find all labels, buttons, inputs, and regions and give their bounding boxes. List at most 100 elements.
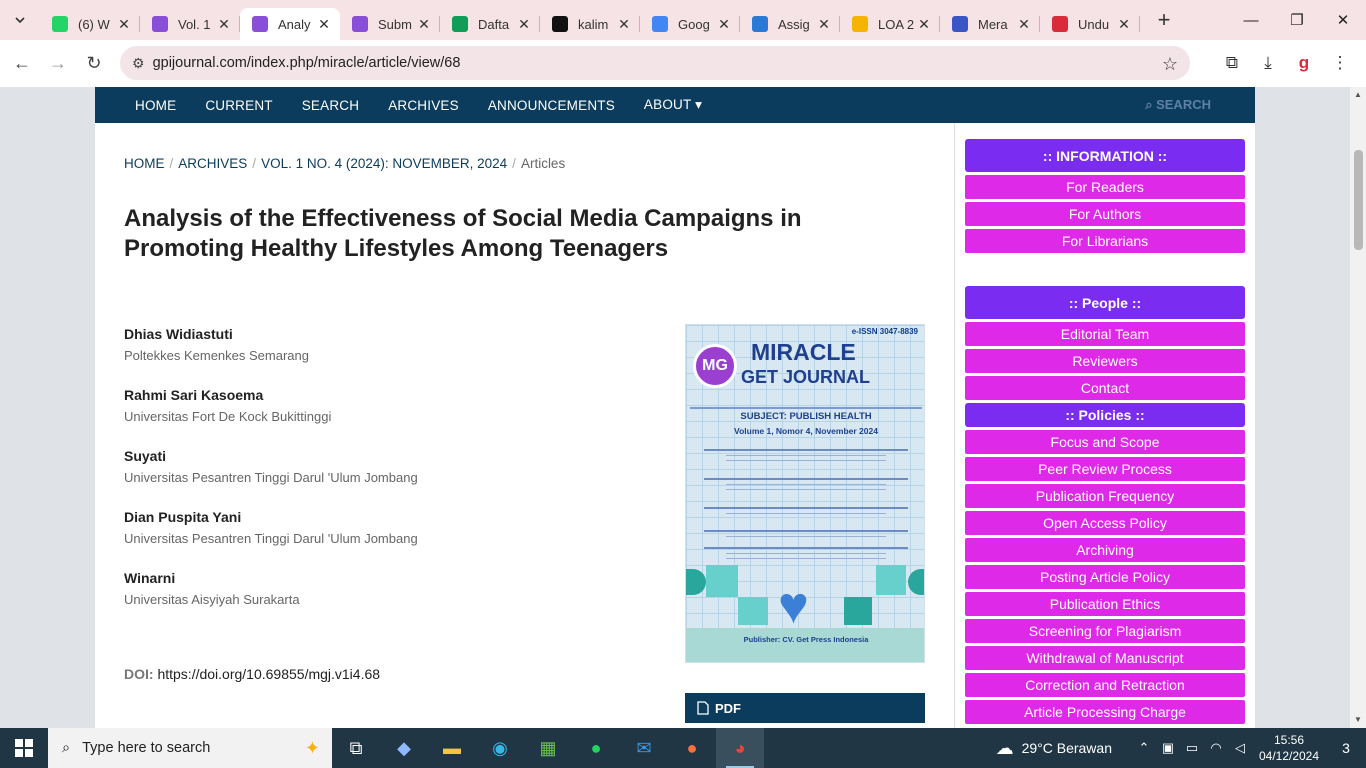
page-scrollbar[interactable]: ▲ ▼ xyxy=(1350,87,1366,728)
tab-close-icon[interactable]: ✕ xyxy=(416,16,432,32)
policies-header: :: Policies :: xyxy=(965,403,1245,427)
address-bar[interactable]: ⚙ gpijournal.com/index.php/miracle/artic… xyxy=(120,46,1190,80)
tab-close-icon[interactable]: ✕ xyxy=(916,16,932,32)
browser-tab[interactable]: Vol. 1 ✕ xyxy=(140,8,240,40)
people-link[interactable]: Editorial Team xyxy=(965,322,1245,346)
file-explorer-icon[interactable]: ▬ xyxy=(428,728,476,768)
policy-link[interactable]: Posting Article Policy xyxy=(965,565,1245,589)
tab-favicon-icon xyxy=(352,16,368,32)
meet-icon[interactable]: ▣ xyxy=(1156,740,1180,756)
chrome-icon[interactable]: ◕ xyxy=(716,728,764,768)
browser-tab[interactable]: Analy ✕ xyxy=(240,8,340,40)
browser-tab[interactable]: Dafta ✕ xyxy=(440,8,540,40)
taskbar-search-box[interactable]: ⌕ Type here to search ✦ xyxy=(48,728,332,768)
people-link[interactable]: Contact xyxy=(965,376,1245,400)
firefox-icon[interactable]: ● xyxy=(668,728,716,768)
new-tab-button[interactable]: + xyxy=(1144,0,1184,40)
store-icon[interactable]: ▦ xyxy=(524,728,572,768)
browser-tab[interactable]: Subm ✕ xyxy=(340,8,440,40)
tab-favicon-icon xyxy=(652,16,668,32)
bookmark-star-icon[interactable]: ☆ xyxy=(1162,54,1178,75)
policy-link[interactable]: Open Access Policy xyxy=(965,511,1245,535)
tab-close-icon[interactable]: ✕ xyxy=(616,16,632,32)
extensions-icon[interactable]: ⧉ xyxy=(1214,46,1250,80)
clock[interactable]: 15:56 04/12/2024 xyxy=(1252,732,1326,764)
information-links: For Readers For Authors For Librarians xyxy=(965,175,1245,253)
minimize-button[interactable]: — xyxy=(1228,0,1274,40)
tab-close-icon[interactable]: ✕ xyxy=(116,16,132,32)
nav-current[interactable]: CURRENT xyxy=(205,98,272,113)
maximize-button[interactable]: ❐ xyxy=(1274,0,1320,40)
chevron-up-icon[interactable]: ⌃ xyxy=(1132,740,1156,756)
nav-home[interactable]: HOME xyxy=(135,98,176,113)
doi-link[interactable]: https://doi.org/10.69855/mgj.v1i4.68 xyxy=(157,666,380,682)
volume-icon[interactable]: ◁ xyxy=(1228,740,1252,756)
tab-close-icon[interactable]: ✕ xyxy=(516,16,532,32)
information-link[interactable]: For Authors xyxy=(965,202,1245,226)
policy-link[interactable]: Publication Ethics xyxy=(965,592,1245,616)
browser-tab[interactable]: Assig ✕ xyxy=(740,8,840,40)
information-link[interactable]: For Readers xyxy=(965,175,1245,199)
people-link[interactable]: Reviewers xyxy=(965,349,1245,373)
breadcrumb-archives[interactable]: ARCHIVES xyxy=(178,156,247,171)
policy-link[interactable]: Focus and Scope xyxy=(965,430,1245,454)
weather-widget[interactable]: ☁ 29°C Berawan xyxy=(996,738,1112,759)
tab-search-button[interactable] xyxy=(0,0,40,40)
policy-link[interactable]: Archiving xyxy=(965,538,1245,562)
policy-link[interactable]: Peer Review Process xyxy=(965,457,1245,481)
site-info-icon[interactable]: ⚙ xyxy=(132,55,145,72)
policy-link[interactable]: Screening for Plagiarism xyxy=(965,619,1245,643)
browser-tab[interactable]: LOA 2 ✕ xyxy=(840,8,940,40)
url-text[interactable]: gpijournal.com/index.php/miracle/article… xyxy=(153,55,461,71)
scroll-up-arrow-icon[interactable]: ▲ xyxy=(1350,87,1366,103)
tab-close-icon[interactable]: ✕ xyxy=(816,16,832,32)
spotify-icon[interactable]: ● xyxy=(572,728,620,768)
author-affiliation: Universitas Pesantren Tinggi Darul 'Ulum… xyxy=(124,470,418,485)
tab-close-icon[interactable]: ✕ xyxy=(1116,16,1132,32)
copilot-icon[interactable]: ◆ xyxy=(380,728,428,768)
browser-tab[interactable]: Undu ✕ xyxy=(1040,8,1140,40)
pdf-label: PDF xyxy=(715,700,741,716)
breadcrumb-home[interactable]: HOME xyxy=(124,156,165,171)
policy-link[interactable]: Publication Frequency xyxy=(965,484,1245,508)
breadcrumb-issue[interactable]: VOL. 1 NO. 4 (2024): NOVEMBER, 2024 xyxy=(261,156,507,171)
scroll-down-arrow-icon[interactable]: ▼ xyxy=(1350,712,1366,728)
nav-about[interactable]: ABOUT ▾ xyxy=(644,97,702,113)
temperature: 29°C xyxy=(1021,740,1053,756)
task-view-icon[interactable]: ⧉ xyxy=(332,728,380,768)
browser-tab[interactable]: Mera ✕ xyxy=(940,8,1040,40)
wifi-icon[interactable]: ◠ xyxy=(1204,740,1228,756)
browser-tab[interactable]: kalim ✕ xyxy=(540,8,640,40)
notification-center-button[interactable]: 3 xyxy=(1326,740,1366,756)
edge-icon[interactable]: ◉ xyxy=(476,728,524,768)
grammarly-icon[interactable]: g xyxy=(1286,46,1322,80)
menu-kebab-icon[interactable]: ⋮ xyxy=(1322,46,1358,80)
browser-tab[interactable]: (6) W ✕ xyxy=(40,8,140,40)
tab-favicon-icon xyxy=(52,16,68,32)
mail-icon[interactable]: ✉ xyxy=(620,728,668,768)
tab-close-icon[interactable]: ✕ xyxy=(316,16,332,32)
nav-search[interactable]: SEARCH xyxy=(302,98,359,113)
policy-link[interactable]: Correction and Retraction xyxy=(965,673,1245,697)
site-search-link[interactable]: ⌕ SEARCH xyxy=(1145,97,1211,113)
information-link[interactable]: For Librarians xyxy=(965,229,1245,253)
nav-archives[interactable]: ARCHIVES xyxy=(388,98,459,113)
tab-close-icon[interactable]: ✕ xyxy=(216,16,232,32)
issue-cover-image[interactable]: e-ISSN 3047-8839 MG MIRACLE GET JOURNAL … xyxy=(685,324,925,663)
download-icon[interactable]: ⤓ xyxy=(1250,46,1286,80)
close-window-button[interactable]: ✕ xyxy=(1320,0,1366,40)
browser-tab[interactable]: Goog ✕ xyxy=(640,8,740,40)
policy-link[interactable]: Withdrawal of Manuscript xyxy=(965,646,1245,670)
nav-announcements[interactable]: ANNOUNCEMENTS xyxy=(488,98,615,113)
scrollbar-thumb[interactable] xyxy=(1354,150,1363,250)
forward-button[interactable]: → xyxy=(40,46,76,82)
reload-button[interactable]: ↻ xyxy=(76,46,112,82)
policy-link[interactable]: Article Processing Charge xyxy=(965,700,1245,724)
tab-close-icon[interactable]: ✕ xyxy=(716,16,732,32)
back-button[interactable]: ← xyxy=(4,46,40,82)
battery-icon[interactable]: ▭ xyxy=(1180,740,1204,756)
pdf-download-button[interactable]: PDF xyxy=(685,693,925,723)
start-button[interactable] xyxy=(0,728,48,768)
tab-close-icon[interactable]: ✕ xyxy=(1016,16,1032,32)
